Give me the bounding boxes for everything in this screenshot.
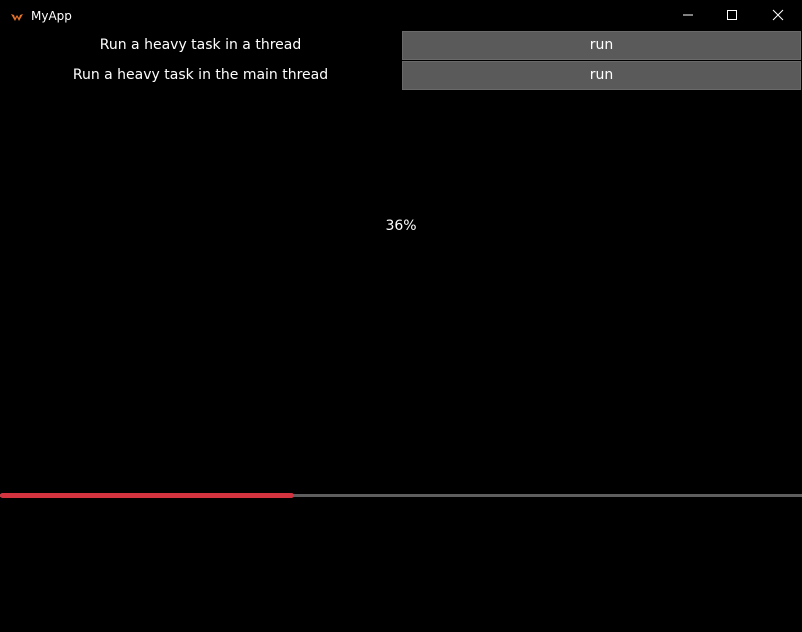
progress-percent-label: 36% (385, 218, 417, 234)
progress-bar (0, 493, 802, 498)
window-title: MyApp (31, 9, 72, 23)
maximize-icon (726, 6, 738, 25)
run-main-thread-task-button[interactable]: run (402, 61, 801, 90)
run-thread-task-button[interactable]: run (402, 31, 801, 60)
close-icon (772, 6, 784, 25)
title-bar[interactable]: MyApp (0, 0, 802, 31)
app-window: MyApp Run a heavy task in a thread run R… (0, 0, 802, 632)
minimize-button[interactable] (665, 0, 711, 31)
thread-task-row: Run a heavy task in a thread run (0, 31, 802, 60)
main-thread-task-label: Run a heavy task in the main thread (72, 67, 329, 83)
thread-task-label: Run a heavy task in a thread (99, 37, 302, 53)
close-button[interactable] (755, 0, 801, 31)
app-logo-icon (10, 9, 24, 21)
main-thread-task-row: Run a heavy task in the main thread run (0, 61, 802, 90)
minimize-icon (682, 6, 694, 25)
progress-bar-fill (0, 493, 294, 498)
maximize-button[interactable] (709, 0, 755, 31)
